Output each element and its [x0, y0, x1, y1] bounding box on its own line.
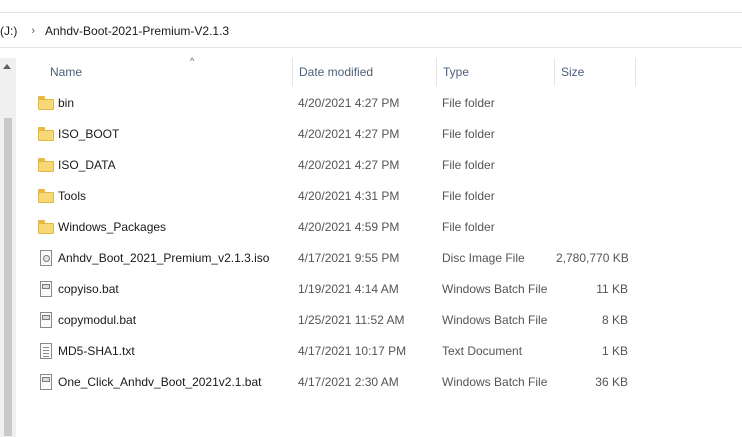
- file-type: Windows Batch File: [442, 375, 548, 389]
- folder-icon: [38, 96, 54, 110]
- file-size: 8 KB: [601, 313, 628, 327]
- file-date: 1/25/2021 11:52 AM: [298, 313, 405, 327]
- file-name: Tools: [58, 189, 87, 203]
- file-type: Disc Image File: [442, 251, 525, 265]
- scroll-thumb[interactable]: [4, 118, 12, 436]
- file-date: 4/20/2021 4:31 PM: [298, 189, 400, 203]
- file-type: File folder: [442, 158, 495, 172]
- breadcrumb-current-folder[interactable]: Anhdv-Boot-2021-Premium-V2.1.3: [45, 24, 229, 38]
- column-date-label: Date modified: [299, 65, 374, 79]
- text-file-icon: [38, 343, 54, 359]
- file-size: [556, 88, 628, 119]
- file-size: 2,780,770 KB: [556, 251, 629, 265]
- file-row[interactable]: ISO_DATA 4/20/2021 4:27 PM File folder: [16, 150, 742, 181]
- file-date: 4/20/2021 4:59 PM: [298, 220, 400, 234]
- file-name: Windows_Packages: [58, 220, 167, 234]
- column-name-label: Name: [50, 65, 83, 79]
- file-type: File folder: [442, 220, 495, 234]
- file-name: copymodul.bat: [58, 313, 137, 327]
- column-name[interactable]: Name ^: [44, 56, 292, 86]
- file-row[interactable]: copyiso.bat 1/19/2021 4:14 AM Windows Ba…: [16, 274, 742, 305]
- file-row[interactable]: One_Click_Anhdv_Boot_2021v2.1.bat 4/17/2…: [16, 367, 742, 398]
- batch-file-icon: [38, 312, 54, 328]
- navigation-pane-scrollbar[interactable]: [0, 58, 16, 437]
- file-row[interactable]: bin 4/20/2021 4:27 PM File folder: [16, 88, 742, 119]
- file-row[interactable]: Anhdv_Boot_2021_Premium_v2.1.3.iso 4/17/…: [16, 243, 742, 274]
- file-date: 4/20/2021 4:27 PM: [298, 158, 400, 172]
- file-name: ISO_BOOT: [58, 127, 120, 141]
- file-size: [556, 181, 628, 212]
- column-type-label: Type: [443, 65, 470, 79]
- file-size: 1 KB: [601, 344, 628, 358]
- column-date-modified[interactable]: Date modified: [292, 58, 436, 86]
- file-name: ISO_DATA: [58, 158, 116, 172]
- column-size-label: Size: [561, 65, 585, 79]
- file-row[interactable]: Tools 4/20/2021 4:31 PM File folder: [16, 181, 742, 212]
- file-size: [556, 150, 628, 181]
- file-name: Anhdv_Boot_2021_Premium_v2.1.3.iso: [58, 251, 270, 265]
- breadcrumb-drive[interactable]: (J:): [0, 24, 17, 38]
- file-size: [556, 119, 628, 150]
- folder-icon: [38, 158, 54, 172]
- file-type: Windows Batch File: [442, 282, 548, 296]
- file-name: One_Click_Anhdv_Boot_2021v2.1.bat: [58, 375, 262, 389]
- file-type: Text Document: [442, 344, 523, 358]
- file-type: Windows Batch File: [442, 313, 548, 327]
- column-header: Name ^ Date modified Type Size: [16, 56, 742, 86]
- folder-icon: [38, 220, 54, 234]
- address-bar[interactable]: (J:) › Anhdv-Boot-2021-Premium-V2.1.3: [0, 14, 742, 48]
- ribbon-edge: [0, 0, 742, 13]
- sort-ascending-icon: ^: [190, 56, 195, 66]
- file-name: bin: [58, 96, 75, 110]
- folder-icon: [38, 189, 54, 203]
- file-row[interactable]: Windows_Packages 4/20/2021 4:59 PM File …: [16, 212, 742, 243]
- file-size: 36 KB: [595, 375, 628, 389]
- file-date: 4/17/2021 2:30 AM: [298, 375, 399, 389]
- file-date: 4/17/2021 10:17 PM: [298, 344, 407, 358]
- file-size: [556, 212, 628, 243]
- file-name: copyiso.bat: [58, 282, 119, 296]
- column-size[interactable]: Size: [554, 58, 636, 86]
- file-type: File folder: [442, 127, 495, 141]
- scroll-up-icon[interactable]: [3, 64, 11, 69]
- column-type[interactable]: Type: [436, 58, 554, 86]
- file-name: MD5-SHA1.txt: [58, 344, 135, 358]
- file-row[interactable]: copymodul.bat 1/25/2021 11:52 AM Windows…: [16, 305, 742, 336]
- breadcrumb-chevron-icon[interactable]: ›: [31, 25, 35, 37]
- file-row[interactable]: ISO_BOOT 4/20/2021 4:27 PM File folder: [16, 119, 742, 150]
- disc-image-icon: [38, 250, 54, 266]
- batch-file-icon: [38, 281, 54, 297]
- file-date: 4/20/2021 4:27 PM: [298, 96, 400, 110]
- folder-icon: [38, 127, 54, 141]
- file-date: 4/17/2021 9:55 PM: [298, 251, 400, 265]
- file-type: File folder: [442, 96, 495, 110]
- file-date: 1/19/2021 4:14 AM: [298, 282, 399, 296]
- file-row[interactable]: MD5-SHA1.txt 4/17/2021 10:17 PM Text Doc…: [16, 336, 742, 367]
- file-type: File folder: [442, 189, 495, 203]
- file-size: 11 KB: [596, 282, 628, 296]
- file-date: 4/20/2021 4:27 PM: [298, 127, 400, 141]
- batch-file-icon: [38, 374, 54, 390]
